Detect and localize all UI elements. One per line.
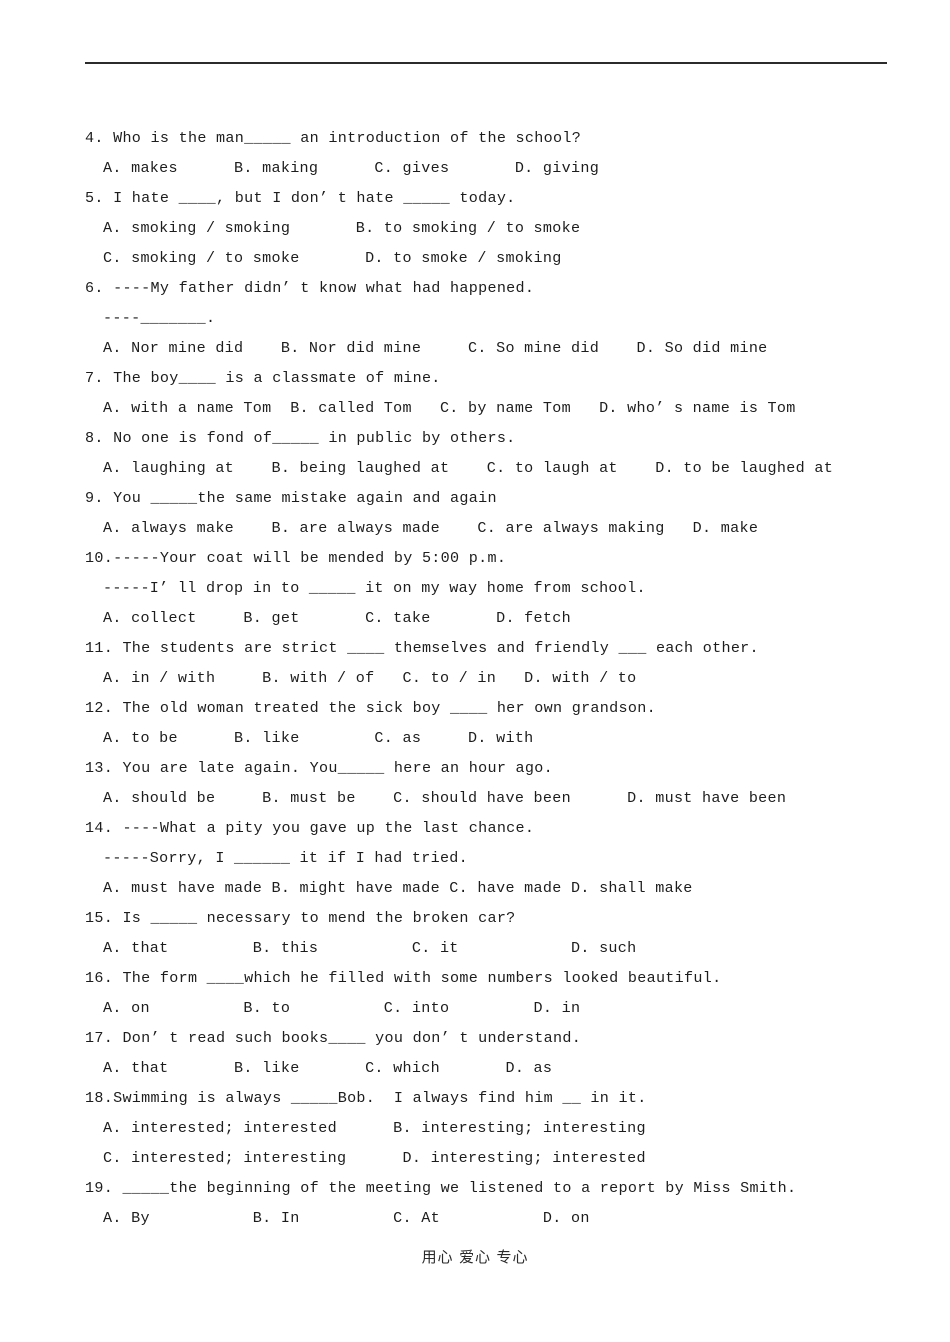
question-12-options: A. to be B. like C. as D. with	[103, 729, 534, 747]
question-10-options: A. collect B. get C. take D. fetch	[103, 609, 571, 627]
question-18-options-ab: A. interested; interested B. interesting…	[103, 1119, 646, 1137]
question-12-stem: 12. The old woman treated the sick boy _…	[85, 699, 656, 717]
question-11-options: A. in / with B. with / of C. to / in D. …	[103, 669, 637, 687]
question-5-options-ab: A. smoking / smoking B. to smoking / to …	[103, 219, 581, 237]
question-16-options: A. on B. to C. into D. in	[103, 999, 581, 1017]
header-divider-rule	[85, 62, 887, 64]
question-16-stem: 16. The form ____which he filled with so…	[85, 969, 722, 987]
question-11-stem: 11. The students are strict ____ themsel…	[85, 639, 759, 657]
question-13-options: A. should be B. must be C. should have b…	[103, 789, 787, 807]
question-13-stem: 13. You are late again. You_____ here an…	[85, 759, 553, 777]
question-15-options: A. that B. this C. it D. such	[103, 939, 637, 957]
question-5-stem: 5. I hate ____, but I don’ t hate _____ …	[85, 189, 516, 207]
question-6-options: A. Nor mine did B. Nor did mine C. So mi…	[103, 339, 768, 357]
exercise-body: 4. Who is the man_____ an introduction o…	[85, 123, 895, 1233]
question-9-stem: 9. You _____the same mistake again and a…	[85, 489, 497, 507]
question-19-stem: 19. _____the beginning of the meeting we…	[85, 1179, 797, 1197]
question-6-stem-line2: ----_______.	[103, 309, 216, 327]
question-5-options-cd: C. smoking / to smoke D. to smoke / smok…	[103, 249, 562, 267]
question-14-stem-line2: -----Sorry, I ______ it if I had tried.	[103, 849, 469, 867]
question-10-stem: 10.-----Your coat will be mended by 5:00…	[85, 549, 507, 567]
question-18-options-cd: C. interested; interesting D. interestin…	[103, 1149, 646, 1167]
question-10-stem-line2: -----I’ ll drop in to _____ it on my way…	[103, 579, 646, 597]
question-17-options: A. that B. like C. which D. as	[103, 1059, 553, 1077]
document-page: 4. Who is the man_____ an introduction o…	[0, 0, 950, 1342]
question-14-options: A. must have made B. might have made C. …	[103, 879, 693, 897]
question-15-stem: 15. Is _____ necessary to mend the broke…	[85, 909, 516, 927]
question-18-stem: 18.Swimming is always _____Bob. I always…	[85, 1089, 647, 1107]
question-8-options: A. laughing at B. being laughed at C. to…	[103, 459, 834, 477]
question-8-stem: 8. No one is fond of_____ in public by o…	[85, 429, 516, 447]
question-4-stem: 4. Who is the man_____ an introduction o…	[85, 129, 582, 147]
question-9-options: A. always make B. are always made C. are…	[103, 519, 759, 537]
question-7-options: A. with a name Tom B. called Tom C. by n…	[103, 399, 796, 417]
question-19-options: A. By B. In C. At D. on	[103, 1209, 590, 1227]
question-14-stem: 14. ----What a pity you gave up the last…	[85, 819, 535, 837]
page-footer-note: 用心 爱心 专心	[421, 1248, 529, 1266]
question-17-stem: 17. Don’ t read such books____ you don’ …	[85, 1029, 582, 1047]
question-7-stem: 7. The boy____ is a classmate of mine.	[85, 369, 441, 387]
question-4-options: A. makes B. making C. gives D. giving	[103, 159, 600, 177]
question-6-stem: 6. ----My father didn’ t know what had h…	[85, 279, 535, 297]
